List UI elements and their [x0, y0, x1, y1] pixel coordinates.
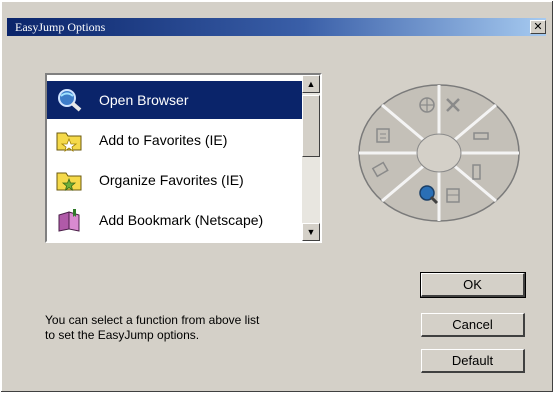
function-listbox[interactable]: Open Browser Add to Favorites (IE) Organ… — [45, 73, 322, 243]
arrow-up-icon: ▲ — [306, 79, 316, 89]
hint-line-1: You can select a function from above lis… — [45, 313, 260, 327]
hint-line-2: to set the EasyJump options. — [45, 328, 200, 342]
move-icon[interactable] — [419, 97, 435, 113]
list-item-add-bookmark[interactable]: Add Bookmark (Netscape) — [47, 201, 302, 239]
cancel-button[interactable]: Cancel — [421, 313, 525, 337]
list-item-label: Open Browser — [99, 92, 189, 108]
list-item-label: Organize Favorites (IE) — [99, 172, 244, 188]
scroll-up-button[interactable]: ▲ — [302, 75, 320, 93]
list-item-add-favorites[interactable]: Add to Favorites (IE) — [47, 121, 302, 159]
easyjump-wheel — [358, 84, 520, 222]
organize-favorites-folder-icon — [56, 172, 82, 191]
bookmark-book-icon — [58, 209, 80, 232]
default-button[interactable]: Default — [421, 349, 525, 373]
list-item-open-browser[interactable]: Open Browser — [47, 81, 302, 119]
scroll-down-button[interactable]: ▼ — [302, 223, 320, 241]
scroll-thumb[interactable] — [302, 95, 320, 157]
close-icon: ✕ — [533, 20, 543, 33]
easyjump-options-dialog: EasyJump Options ✕ Open Browser Add to F… — [0, 0, 554, 393]
list-item-label: Add Bookmark (Netscape) — [99, 212, 264, 228]
add-favorites-folder-icon — [56, 132, 82, 152]
title-bar: EasyJump Options — [7, 18, 546, 36]
hint-text: You can select a function from above lis… — [45, 313, 345, 343]
function-list: Open Browser Add to Favorites (IE) Organ… — [47, 75, 302, 241]
list-item-label: Add to Favorites (IE) — [99, 132, 228, 148]
list-scrollbar[interactable]: ▲ ▼ — [302, 75, 320, 241]
close-button[interactable]: ✕ — [530, 20, 546, 34]
window-title: EasyJump Options — [15, 20, 106, 34]
list-item-organize-favorites[interactable]: Organize Favorites (IE) — [47, 161, 302, 199]
arrow-down-icon: ▼ — [306, 227, 316, 237]
ok-button[interactable]: OK — [420, 272, 526, 298]
browser-search-icon — [58, 89, 82, 112]
